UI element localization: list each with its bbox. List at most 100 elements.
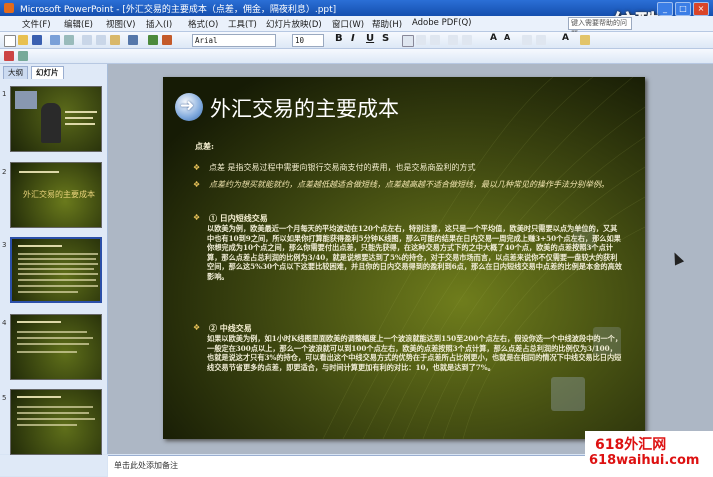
- thumbnail-text-line: [17, 351, 77, 353]
- window-title: Microsoft PowerPoint - [外汇交易的主要成本（点差，佣金，…: [20, 5, 337, 15]
- menu-format[interactable]: 格式(O): [188, 18, 218, 30]
- section-2-body: 如果以欧美为例，如1小时K线图里面欧美的调整幅度上一个波浪就能达到150至200…: [207, 334, 622, 372]
- menu-window[interactable]: 窗口(W): [332, 18, 364, 30]
- decrease-indent-icon[interactable]: [522, 35, 532, 45]
- thumbnail-text-line: [65, 123, 95, 125]
- cut-icon[interactable]: [82, 35, 92, 45]
- help-search-input[interactable]: 键入需要帮助的问题: [568, 17, 632, 38]
- menu-slideshow[interactable]: 幻灯片放映(D): [266, 18, 322, 30]
- slide-number-1: 1: [2, 90, 7, 98]
- title-bar: Microsoft PowerPoint - [外汇交易的主要成本（点差，佣金，…: [0, 0, 713, 16]
- undo-icon[interactable]: [128, 35, 138, 45]
- section-2-title: ② 中线交易: [209, 323, 252, 333]
- increase-font-icon[interactable]: A: [490, 33, 497, 43]
- thumbnail-text-line: [17, 424, 77, 426]
- align-center-icon[interactable]: [416, 35, 426, 45]
- save-icon[interactable]: [32, 35, 42, 45]
- current-slide[interactable]: 外汇交易的主要成本 点差: ❖ 点差 是指交易过程中需要向银行交易商支付的费用，…: [163, 77, 645, 439]
- arrow-right-icon: [175, 93, 203, 121]
- powerpoint-app-icon[interactable]: [4, 3, 14, 13]
- slide-thumbnail-4[interactable]: [10, 314, 102, 380]
- thumbnail-text-line: [18, 268, 94, 270]
- thumbnail-text-line: [18, 253, 98, 255]
- thumbnail-text-line: [18, 291, 78, 293]
- standard-toolbar: Arial 10 B I U S A A A: [0, 32, 713, 49]
- font-size-select[interactable]: 10: [292, 34, 324, 47]
- slide-title: 外汇交易的主要成本: [210, 97, 399, 121]
- thumbnail-text-line: [18, 285, 98, 287]
- underline-button[interactable]: U: [366, 33, 374, 44]
- close-button[interactable]: ×: [693, 2, 709, 16]
- pdf-email-icon[interactable]: [18, 51, 28, 61]
- thumbnail-title: 外汇交易的主要成本: [23, 190, 95, 199]
- insert-chart-icon[interactable]: [148, 35, 158, 45]
- window-controls: _ □ ×: [657, 2, 709, 16]
- thumbnail-text-line: [18, 245, 62, 247]
- slide-thumbnail-2[interactable]: 外汇交易的主要成本: [10, 162, 102, 228]
- thumbnail-text-line: [17, 396, 61, 398]
- thumbnail-text-line: [17, 418, 95, 420]
- site-watermark: 618外汇网 618waihui.com: [585, 431, 713, 476]
- print-icon[interactable]: [50, 35, 60, 45]
- status-bar: [0, 455, 107, 476]
- slide-bullet-1: 点差 是指交易过程中需要向银行交易商支付的费用，也是交易商盈利的方式: [209, 163, 476, 172]
- bullets-icon[interactable]: [462, 35, 472, 45]
- slide-heading: 点差:: [195, 141, 214, 151]
- notes-placeholder[interactable]: 单击此处添加备注: [114, 460, 178, 471]
- menu-help[interactable]: 帮助(H): [372, 18, 402, 30]
- align-right-icon[interactable]: [430, 35, 440, 45]
- thumbnail-photo: [15, 91, 37, 109]
- font-color-icon[interactable]: A: [562, 33, 569, 43]
- thumbnail-text-line: [18, 263, 98, 265]
- menu-view[interactable]: 视图(V): [106, 18, 135, 30]
- menu-adobe-pdf[interactable]: Adobe PDF(Q): [412, 18, 471, 28]
- menu-edit[interactable]: 编辑(E): [64, 18, 93, 30]
- menu-file[interactable]: 文件(F): [22, 18, 51, 30]
- section-1-body: 以欧美为例，欧美最近一个月每天的平均波动在120个点左右，特别注意，这只是一个平…: [207, 224, 622, 281]
- numbering-icon[interactable]: [448, 35, 458, 45]
- tab-outline[interactable]: 大纲: [3, 66, 28, 79]
- decrease-font-icon[interactable]: A: [504, 33, 510, 42]
- minimize-button[interactable]: _: [657, 2, 673, 16]
- thumbnail-text-line: [65, 117, 93, 119]
- menu-tools[interactable]: 工具(T): [228, 18, 257, 30]
- italic-button[interactable]: I: [351, 33, 355, 44]
- slide-number-3: 3: [2, 241, 7, 249]
- slide-thumbnail-5[interactable]: [10, 389, 102, 455]
- thumbnail-text-line: [19, 171, 59, 173]
- watermark-line-2: 618waihui.com: [589, 453, 700, 468]
- increase-indent-icon[interactable]: [536, 35, 546, 45]
- menu-insert[interactable]: 插入(I): [146, 18, 172, 30]
- open-icon[interactable]: [18, 35, 28, 45]
- thumbnail-text-line: [65, 111, 97, 113]
- slide-bullet-2: 点差约为想买就能就约，点差越低越适合做短线，点差越高越不适合做短线，最以几种常见…: [209, 180, 609, 189]
- secondary-toolbar: [0, 49, 713, 64]
- shadow-button[interactable]: S: [382, 33, 389, 44]
- slide-number-5: 5: [2, 394, 7, 402]
- font-family-select[interactable]: Arial: [192, 34, 276, 47]
- insert-table-icon[interactable]: [162, 35, 172, 45]
- thumbnail-text-line: [18, 279, 96, 281]
- slide-thumbnail-1[interactable]: [10, 86, 102, 152]
- copy-icon[interactable]: [96, 35, 106, 45]
- align-left-icon[interactable]: [402, 35, 414, 47]
- thumbnail-text-line: [17, 337, 93, 339]
- preview-icon[interactable]: [64, 35, 74, 45]
- tab-slides[interactable]: 幻灯片: [31, 66, 64, 79]
- diamond-bullet-icon: ❖: [193, 180, 201, 189]
- bold-button[interactable]: B: [335, 33, 343, 44]
- maximize-button[interactable]: □: [675, 2, 691, 16]
- thumbnail-person-figure: [41, 103, 61, 143]
- slide-thumbnail-3-selected[interactable]: [10, 237, 102, 303]
- section-1-title: ① 日内短线交易: [209, 213, 268, 223]
- thumbnail-text-line: [18, 273, 98, 275]
- thumbnail-text-line: [18, 258, 96, 260]
- thumbnail-text-line: [17, 321, 61, 323]
- new-icon[interactable]: [4, 35, 16, 47]
- design-icon[interactable]: [580, 35, 590, 45]
- slide-number-2: 2: [2, 168, 7, 176]
- pdf-convert-icon[interactable]: [4, 51, 14, 61]
- thumbnail-text-line: [17, 406, 93, 408]
- thumbnail-text-line: [17, 343, 89, 345]
- paste-icon[interactable]: [110, 35, 120, 45]
